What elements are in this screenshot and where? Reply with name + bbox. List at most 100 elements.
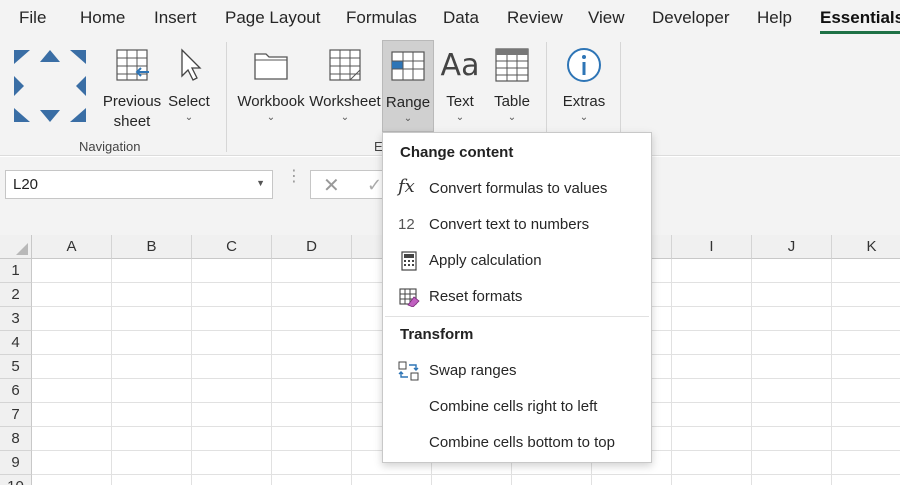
clear-format-icon xyxy=(399,288,420,307)
text-button[interactable]: Aa Text ⌄ xyxy=(438,40,482,134)
tab-insert[interactable]: Insert xyxy=(154,8,197,28)
gridline xyxy=(351,259,352,485)
section-heading-transform: Transform xyxy=(400,326,474,343)
text-label: Text xyxy=(446,93,474,110)
row-header[interactable]: 8 xyxy=(0,427,32,451)
drag-handle-icon[interactable]: ⋮ xyxy=(286,169,302,185)
tab-home[interactable]: Home xyxy=(80,8,125,28)
previous-sheet-icon xyxy=(116,49,149,81)
calculator-icon xyxy=(401,251,417,271)
worksheet-button[interactable]: Worksheet ⌄ xyxy=(308,40,382,134)
chevron-down-icon: ⌄ xyxy=(579,112,589,123)
menu-item-convert-text-to-numbers[interactable]: 12 Convert text to numbers xyxy=(383,208,651,242)
tab-developer[interactable]: Developer xyxy=(652,8,730,28)
range-dropdown-menu: Change content fx Convert formulas to va… xyxy=(382,132,652,463)
menu-item-reset-formats[interactable]: Reset formats xyxy=(383,280,651,314)
select-label: Select xyxy=(168,93,210,110)
table-button[interactable]: Table ⌄ xyxy=(488,40,536,134)
row-header[interactable]: 6 xyxy=(0,379,32,403)
chevron-down-icon: ⌄ xyxy=(266,112,276,123)
menu-item-combine-cells-right-to-left[interactable]: Combine cells right to left xyxy=(383,390,651,424)
chevron-down-icon: ⌄ xyxy=(340,112,350,123)
menu-item-convert-formulas-to-values[interactable]: fx Convert formulas to values xyxy=(383,172,651,206)
column-header-k[interactable]: K xyxy=(832,235,900,259)
table-icon xyxy=(495,48,529,82)
extras-label: Extras xyxy=(562,93,606,110)
arrows-icon xyxy=(14,50,86,122)
tab-view[interactable]: View xyxy=(588,8,625,28)
workbook-button[interactable]: Workbook ⌄ xyxy=(236,40,306,134)
swap-icon xyxy=(398,361,419,381)
tab-help[interactable]: Help xyxy=(757,8,792,28)
folder-icon xyxy=(254,53,288,80)
row-header[interactable]: 9 xyxy=(0,451,32,475)
menu-item-label: Combine cells bottom to top xyxy=(429,434,615,451)
workbook-label: Workbook xyxy=(237,93,305,110)
text-aa-icon: Aa xyxy=(440,48,480,83)
formula-actions: ✕ ✓ xyxy=(310,170,384,199)
column-header-d[interactable]: D xyxy=(272,235,352,259)
info-icon xyxy=(567,48,601,82)
gridline xyxy=(191,259,192,485)
chevron-down-icon: ⌄ xyxy=(403,113,413,124)
column-header-b[interactable]: B xyxy=(112,235,192,259)
chevron-down-icon: ⌄ xyxy=(184,112,194,123)
tab-page-layout[interactable]: Page Layout xyxy=(225,8,320,28)
tab-file[interactable]: File xyxy=(19,8,46,28)
previous-sheet-button[interactable]: Previous sheet xyxy=(100,40,164,134)
row-header[interactable]: 4 xyxy=(0,331,32,355)
checkmark-icon[interactable]: ✓ xyxy=(367,175,382,196)
row-header[interactable]: 7 xyxy=(0,403,32,427)
column-header-c[interactable]: C xyxy=(192,235,272,259)
extras-button[interactable]: Extras ⌄ xyxy=(558,40,610,134)
row-header[interactable]: 3 xyxy=(0,307,32,331)
menu-item-label: Combine cells right to left xyxy=(429,398,598,415)
previous-sheet-label: Previous sheet xyxy=(102,93,162,130)
column-header-i[interactable]: I xyxy=(672,235,752,259)
chevron-down-icon: ⌄ xyxy=(507,112,517,123)
range-button[interactable]: Range ⌄ xyxy=(382,40,434,132)
menu-divider xyxy=(385,316,649,317)
ribbon-divider xyxy=(226,42,227,152)
chevron-down-icon[interactable]: ▼ xyxy=(256,178,265,188)
fx-icon: fx xyxy=(398,176,415,197)
cursor-arrow-icon xyxy=(181,48,202,81)
tab-essentials[interactable]: Essentials xyxy=(820,8,900,34)
menu-item-label: Swap ranges xyxy=(429,362,517,379)
number-12-icon: 12 xyxy=(398,216,415,233)
menu-item-apply-calculation[interactable]: Apply calculation xyxy=(383,244,651,278)
select-all-corner[interactable] xyxy=(0,235,32,259)
gridline xyxy=(751,259,752,485)
gridline xyxy=(271,259,272,485)
menu-bar: File Home Insert Page Layout Formulas Da… xyxy=(0,0,900,36)
worksheet-label: Worksheet xyxy=(309,93,381,110)
table-label: Table xyxy=(494,93,530,110)
tab-formulas[interactable]: Formulas xyxy=(346,8,417,28)
column-header-j[interactable]: J xyxy=(752,235,832,259)
range-icon xyxy=(391,51,425,81)
worksheet-icon xyxy=(329,49,361,81)
section-heading-change-content: Change content xyxy=(400,144,514,161)
row-header[interactable]: 10 xyxy=(0,475,32,485)
menu-item-combine-cells-bottom-to-top[interactable]: Combine cells bottom to top xyxy=(383,426,651,460)
menu-item-label: Convert formulas to values xyxy=(429,180,608,197)
gridline xyxy=(32,474,900,475)
chevron-down-icon: ⌄ xyxy=(455,112,465,123)
close-icon[interactable]: ✕ xyxy=(323,173,340,198)
select-button[interactable]: Select ⌄ xyxy=(166,40,212,134)
tab-review[interactable]: Review xyxy=(507,8,563,28)
gridline xyxy=(831,259,832,485)
menu-item-swap-ranges[interactable]: Swap ranges xyxy=(383,354,651,388)
navigation-arrows[interactable] xyxy=(10,44,90,126)
name-box[interactable]: L20 ▼ xyxy=(5,170,273,199)
menu-item-label: Convert text to numbers xyxy=(429,216,590,233)
row-header[interactable]: 2 xyxy=(0,283,32,307)
row-header[interactable]: 5 xyxy=(0,355,32,379)
row-header[interactable]: 1 xyxy=(0,259,32,283)
name-box-value: L20 xyxy=(13,176,39,193)
tab-data[interactable]: Data xyxy=(443,8,479,28)
gridline xyxy=(671,259,672,485)
menu-item-label: Reset formats xyxy=(429,288,523,305)
menu-item-label: Apply calculation xyxy=(429,252,542,269)
column-header-a[interactable]: A xyxy=(32,235,112,259)
